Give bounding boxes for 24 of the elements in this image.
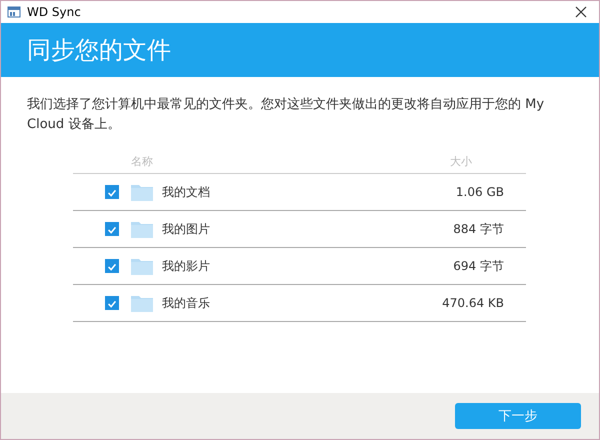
- checkbox[interactable]: [105, 222, 119, 236]
- checkbox[interactable]: [105, 259, 119, 273]
- folder-icon: [131, 220, 153, 238]
- window-title: WD Sync: [27, 5, 82, 19]
- folder-size: 884 字节: [453, 220, 504, 238]
- checkbox[interactable]: [105, 185, 119, 199]
- column-header: 名称: [131, 154, 154, 168]
- folder-icon: [131, 257, 153, 275]
- app-icon: [7, 5, 21, 19]
- folder-name: 我的音乐: [162, 294, 211, 312]
- folder-name: 我的图片: [162, 220, 211, 238]
- close-icon[interactable]: [575, 6, 587, 18]
- column-header: 大小: [450, 154, 472, 168]
- checkbox[interactable]: [105, 296, 119, 310]
- next-button[interactable]: 下一步: [455, 403, 581, 429]
- folder-name: 我的影片: [162, 258, 211, 274]
- folder-size: 1.06 GB: [456, 185, 504, 199]
- description-text: 我们选择了您计算机中最常见的文件夹。您对这些文件夹做出的更改将自动应用于您的 My Cloud 设备上。: [27, 96, 546, 134]
- folder-icon: [131, 183, 153, 201]
- page-heading: 同步您的文件: [27, 35, 171, 66]
- folder-name: 我的文档: [162, 184, 211, 200]
- folder-icon: [131, 294, 153, 312]
- folder-size: 694 字节: [453, 258, 504, 274]
- folder-size: 470.64 KB: [442, 296, 504, 310]
